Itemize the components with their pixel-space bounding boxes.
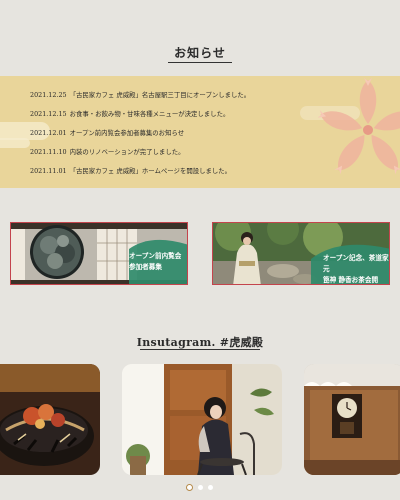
sakura-flower-icon [318, 78, 400, 175]
news-text: 「古民家カフェ 虎威殿」ホームページを開設しました。 [69, 167, 232, 175]
carousel-dot[interactable] [208, 485, 213, 490]
news-text: お食事・お飲み物・甘味各種メニューが決定しました。 [69, 110, 230, 118]
tea-ceremony-banner[interactable]: オープン記念、茶道家元 箆神 静香お茶会開催！ [212, 222, 390, 285]
news-text: 内装のリノベーションが完了しました。 [69, 148, 185, 156]
news-text: 「古民家カフェ 虎威殿」名古屋駅三丁目にオープンしました。 [69, 91, 251, 99]
instagram-photo-clock[interactable] [304, 364, 400, 475]
news-item[interactable]: 2021.11.01 「古民家カフェ 虎威殿」ホームページを開設しました。 [30, 162, 250, 181]
carousel-dot[interactable] [198, 485, 203, 490]
page: お知らせ 2021.12.25 「古民家カフェ 虎威殿」名古屋駅三丁目にオープン… [0, 0, 400, 500]
news-item[interactable]: 2021.12.01 オープン前内覧会参加者募集のお知らせ [30, 124, 250, 143]
news-date: 2021.11.01 [30, 167, 67, 175]
instagram-photo-dessert[interactable] [0, 364, 100, 475]
dessert-photo [0, 364, 100, 475]
wall-clock-photo [304, 364, 400, 475]
carousel-dot-active[interactable] [186, 484, 193, 491]
news-item[interactable]: 2021.12.25 「古民家カフェ 虎威殿」名古屋駅三丁目にオープンしました。 [30, 86, 250, 105]
instagram-photo-cafe-interior[interactable] [122, 364, 282, 475]
instagram-title-underline [140, 349, 260, 350]
news-date: 2021.12.15 [30, 110, 67, 118]
news-date: 2021.12.01 [30, 129, 67, 137]
news-date: 2021.11.10 [30, 148, 67, 156]
news-band: 2021.12.25 「古民家カフェ 虎威殿」名古屋駅三丁目にオープンしました。 … [0, 76, 400, 188]
preview-event-caption: オープン前内覧会 参加者募集 [129, 251, 181, 273]
news-date: 2021.12.25 [30, 91, 67, 99]
cafe-woman-photo [122, 364, 282, 475]
news-list: 2021.12.25 「古民家カフェ 虎威殿」名古屋駅三丁目にオープンしました。 … [30, 86, 250, 181]
tea-ceremony-caption-line1: オープン記念、茶道家元 [323, 254, 389, 273]
news-section-title: お知らせ [174, 46, 226, 60]
news-item[interactable]: 2021.12.15 お食事・お飲み物・甘味各種メニューが決定しました。 [30, 105, 250, 124]
preview-event-banner[interactable]: オープン前内覧会 参加者募集 [10, 222, 188, 285]
tea-ceremony-caption-line2: 箆神 静香お茶会開催！ [323, 276, 379, 284]
news-text: オープン前内覧会参加者募集のお知らせ [69, 129, 185, 137]
mist-decoration [0, 138, 30, 148]
news-item[interactable]: 2021.11.10 内装のリノベーションが完了しました。 [30, 143, 250, 162]
preview-event-caption-line2: 参加者募集 [129, 263, 162, 271]
preview-event-caption-line1: オープン前内覧会 [129, 252, 182, 260]
instagram-title: Insutagram. #虎威殿 [136, 336, 264, 349]
tea-ceremony-caption: オープン記念、茶道家元 箆神 静香お茶会開催！ [323, 253, 389, 284]
news-title-underline [168, 62, 232, 63]
